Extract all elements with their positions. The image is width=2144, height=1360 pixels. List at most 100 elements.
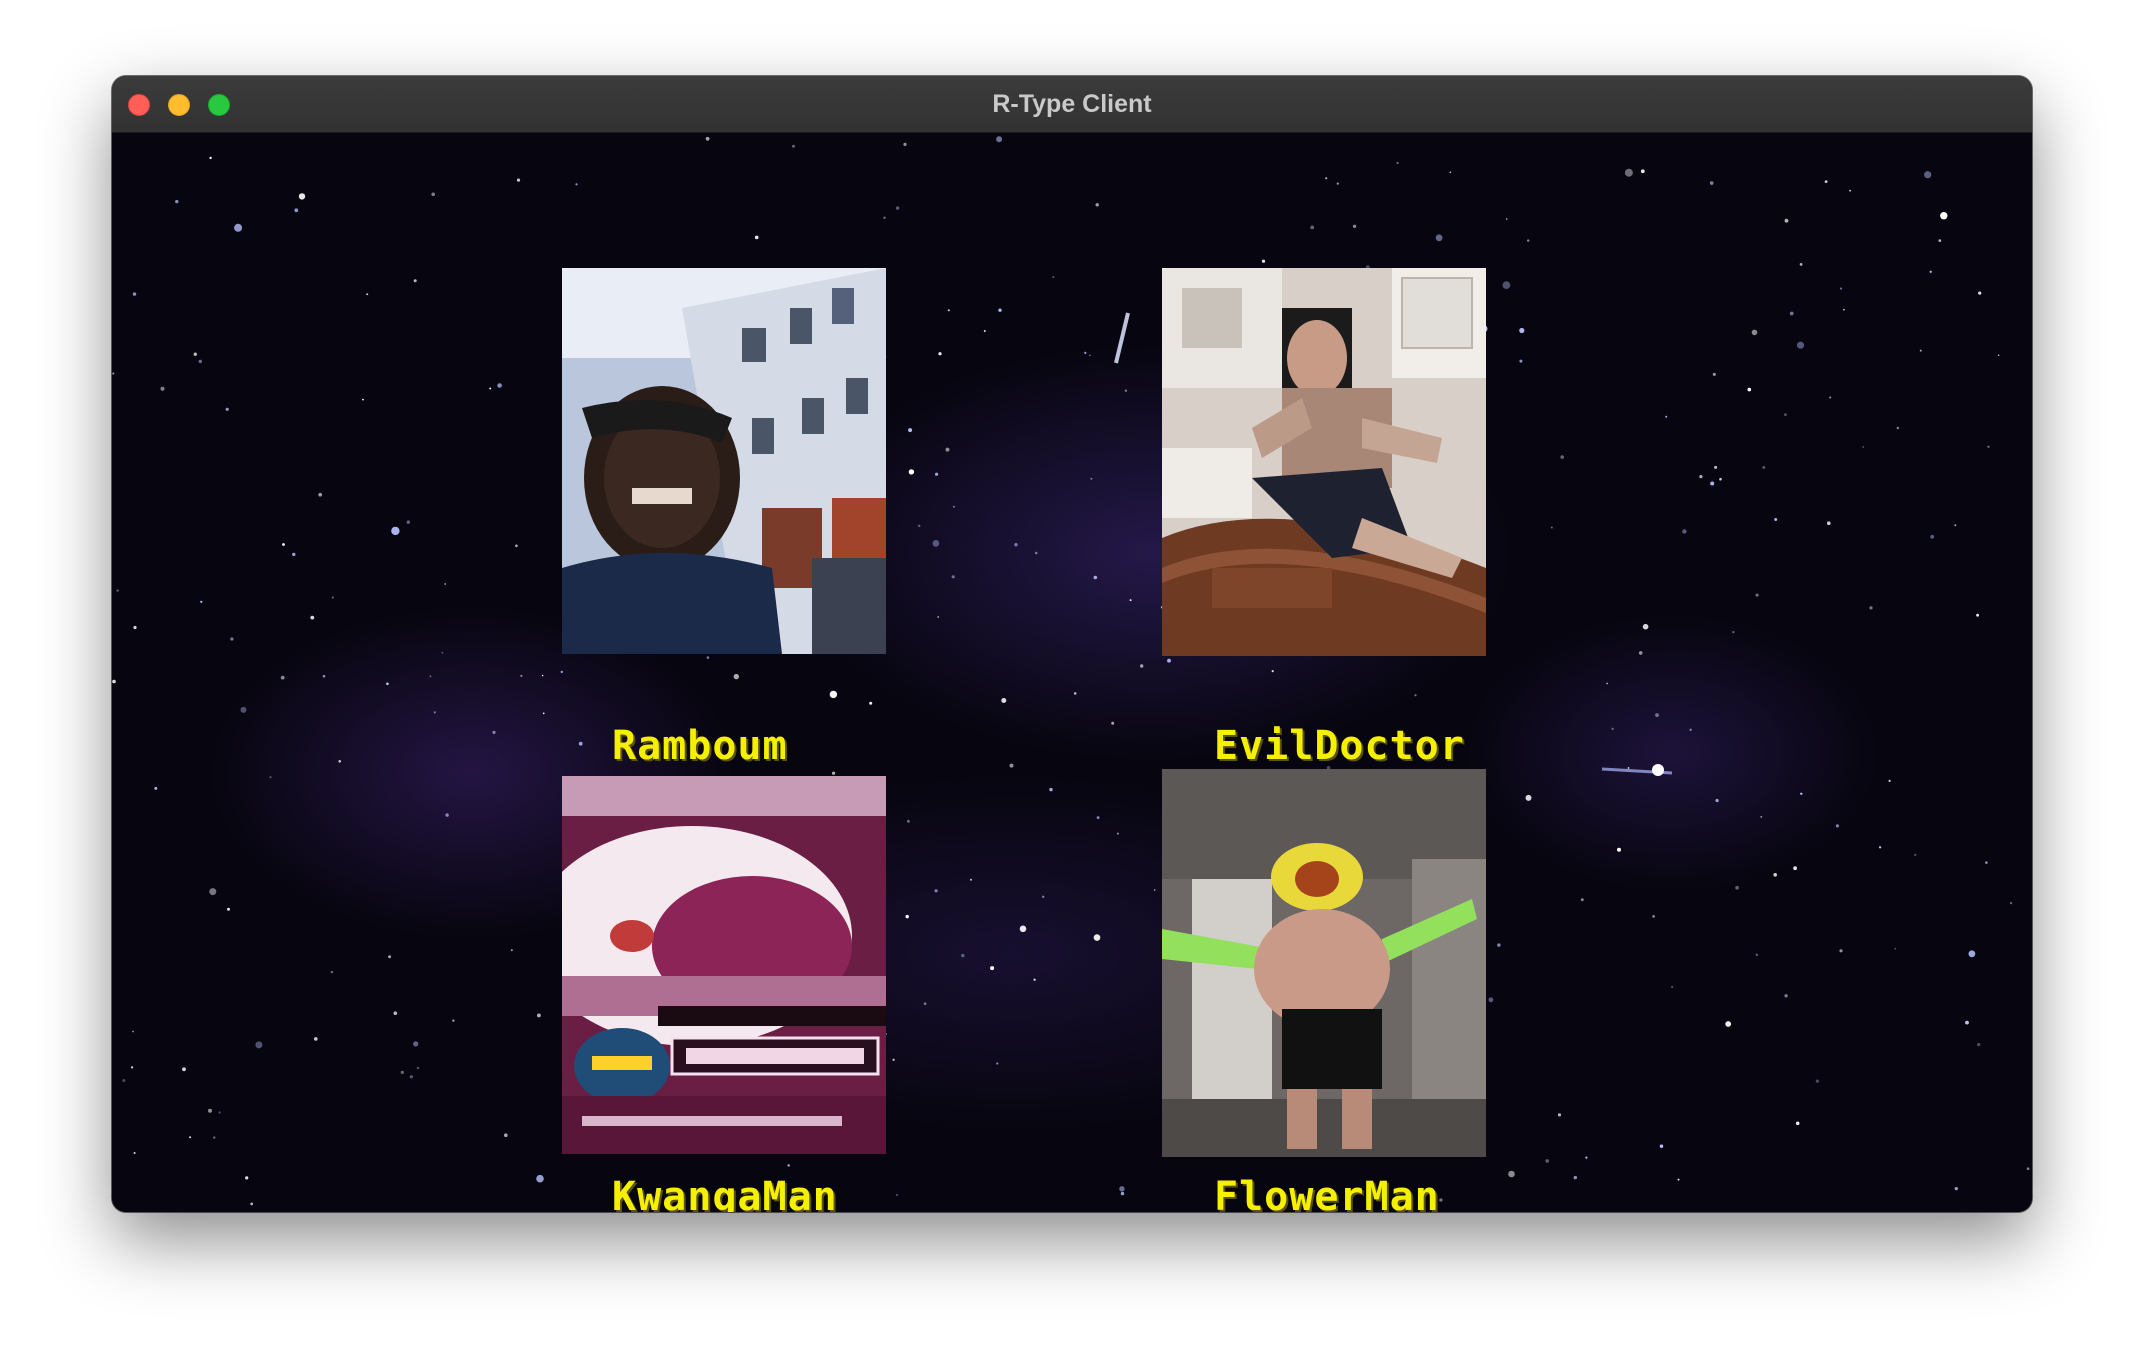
star [895,206,900,210]
star [393,1011,398,1015]
star [497,383,502,388]
star [905,914,909,919]
star [1827,521,1831,525]
star [918,524,921,528]
star [269,776,272,779]
star [225,407,229,411]
star [515,544,518,548]
star [1799,263,1803,266]
star [1033,978,1036,981]
star [1689,728,1692,731]
star [1793,866,1797,871]
star [1557,1113,1562,1117]
star [1124,389,1128,392]
star [970,878,972,881]
star [1774,518,1778,521]
star [733,673,739,680]
star [983,330,986,332]
star [1001,698,1007,703]
star [787,1164,790,1167]
star [1719,477,1722,481]
star [1585,1156,1588,1159]
star [1129,599,1132,602]
star [116,589,119,592]
star [489,387,492,390]
star [1527,239,1530,242]
star [1954,524,1957,527]
star [1325,177,1328,180]
star [240,706,247,713]
star [338,760,341,763]
star [200,600,203,603]
star [952,505,955,508]
star [578,741,583,746]
star [1560,455,1564,459]
star [945,447,950,452]
title-bar[interactable]: R-Type Client [112,76,2032,133]
star [705,136,710,141]
star [1519,359,1523,363]
star [318,492,322,497]
star [504,1133,508,1137]
star [706,656,710,659]
star [416,1066,420,1070]
star [133,625,137,630]
star [961,953,965,958]
star [1502,281,1511,289]
star [1153,889,1156,891]
star [998,308,1002,312]
star [1093,934,1101,941]
star [832,771,836,775]
star [444,583,447,585]
star [441,651,444,654]
photo-man-street-icon [562,268,886,654]
star [996,1062,999,1065]
star [1712,372,1716,376]
star [1835,824,1839,828]
star [1954,1187,1958,1191]
star [413,1041,419,1047]
star [1677,1178,1680,1181]
star [1784,994,1788,998]
star [1014,543,1018,547]
character-select-screen: Ramboum EvilDoctor KwangaMan FlowerMan [112,133,2032,1212]
star [230,637,234,641]
star [1414,694,1417,697]
star [1755,593,1759,597]
star [510,949,513,952]
star [829,690,838,699]
star [292,552,296,557]
star [1261,259,1266,263]
star [1073,692,1077,695]
star [133,1152,136,1154]
star [1042,895,1045,898]
star [1611,727,1614,731]
star [1800,792,1803,795]
star [908,469,915,475]
star [1049,787,1053,792]
star [1732,631,1735,634]
star [1747,387,1752,392]
star [1919,349,1922,352]
character-name: EvilDoctor [1214,723,1465,769]
star [314,1037,318,1041]
star [218,1111,221,1114]
star [1824,180,1828,183]
star [433,711,436,714]
star [896,1194,898,1196]
star [1997,354,2000,356]
star [298,193,306,200]
star [541,674,544,677]
star [366,293,369,296]
star [1336,182,1339,185]
star [537,1013,541,1018]
star [1784,413,1787,416]
star [1396,161,1399,165]
star [208,1108,212,1113]
star [445,813,449,817]
character-name: FlowerMan [1214,1174,1440,1212]
star [400,1070,404,1074]
star [947,309,950,312]
star [892,1058,895,1061]
star [1659,1144,1664,1148]
